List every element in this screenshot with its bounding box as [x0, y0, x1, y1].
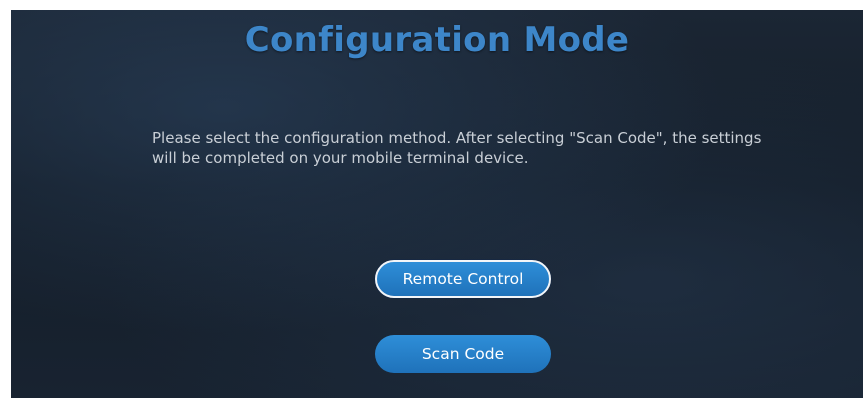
page-title: Configuration Mode [244, 20, 630, 60]
configuration-screen: Configuration Mode Please select the con… [11, 10, 863, 398]
scan-code-label: Scan Code [421, 345, 505, 363]
instruction-text: Please select the configuration method. … [152, 129, 762, 167]
remote-control-button[interactable]: Remote Control [375, 260, 551, 298]
remote-control-label: Remote Control [402, 270, 524, 288]
scan-code-button[interactable]: Scan Code [375, 335, 551, 373]
